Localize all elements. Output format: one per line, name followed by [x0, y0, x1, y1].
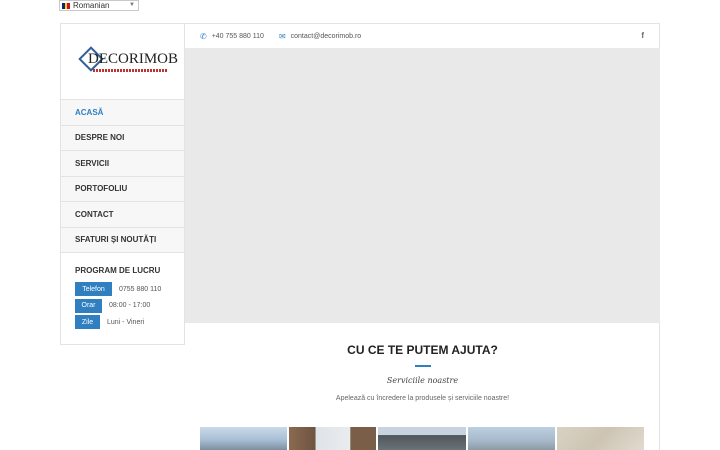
main-nav: ACASĂ DESPRE NOI SERVICII PORTOFOLIU CON… [61, 100, 184, 253]
chevron-down-icon: ▼ [129, 2, 135, 8]
top-contact-bar: ✆ +40 755 880 110 ✉ contact@decorimob.ro… [185, 23, 660, 48]
section-title: CU CE TE PUTEM AJUTA? [347, 343, 498, 357]
hours-value: 08:00 - 17:00 [109, 302, 151, 309]
service-thumbnail[interactable] [200, 427, 288, 450]
section-subtitle: Serviciile noastre [386, 376, 459, 385]
service-thumbnail[interactable] [467, 427, 555, 450]
hours-value: 0755 880 110 [119, 285, 162, 293]
hours-row: Orar 08:00 - 17:00 [75, 298, 184, 313]
hours-label: Orar [75, 298, 102, 313]
service-thumbnails [200, 427, 645, 450]
nav-item-portofoliu[interactable]: PORTOFOLIU [61, 176, 184, 202]
working-hours: PROGRAM DE LUCRU Telefon 0755 880 110 Or… [61, 253, 184, 329]
language-label: Romanian [73, 1, 110, 10]
nav-item-servicii[interactable]: SERVICII [61, 151, 184, 177]
email-contact[interactable]: ✉ contact@decorimob.ro [279, 32, 361, 41]
logo-tagline [93, 69, 167, 72]
envelope-icon: ✉ [278, 31, 286, 41]
hours-row: Telefon 0755 880 110 [75, 282, 184, 296]
service-thumbnail[interactable] [289, 427, 377, 450]
hours-value: Luni - Vineri [107, 318, 145, 326]
section-description: Apelează cu încredere la produsele și se… [335, 395, 510, 402]
working-hours-title: PROGRAM DE LUCRU [75, 266, 161, 275]
sidebar: DECORIMOB ACASĂ DESPRE NOI SERVICII PORT… [60, 23, 185, 345]
hours-row: Zile Luni - Vineri [75, 315, 184, 329]
phone-icon: ✆ [200, 31, 207, 41]
phone-contact[interactable]: ✆ +40 755 880 110 [200, 32, 264, 41]
logo-text: DECORIMOB [88, 51, 179, 67]
phone-number: +40 755 880 110 [211, 32, 264, 40]
logo[interactable]: DECORIMOB [61, 24, 184, 100]
facebook-icon[interactable]: f [641, 31, 644, 40]
hours-label: Telefon [75, 282, 112, 296]
hours-label: Zile [75, 315, 100, 329]
service-thumbnail[interactable] [556, 427, 645, 450]
service-thumbnail[interactable] [378, 427, 466, 450]
nav-item-acasa[interactable]: ACASĂ [61, 100, 184, 126]
nav-item-sfaturi-si-noutati[interactable]: SFATURI ȘI NOUTĂȚI [61, 227, 184, 253]
language-select[interactable]: Romanian ▼ [59, 0, 139, 11]
nav-item-despre-noi[interactable]: DESPRE NOI [61, 125, 184, 151]
romania-flag-icon [62, 2, 71, 9]
hero-slider [185, 48, 660, 323]
email-address: contact@decorimob.ro [290, 32, 362, 40]
section-divider [415, 365, 431, 367]
nav-item-contact[interactable]: CONTACT [61, 202, 184, 228]
